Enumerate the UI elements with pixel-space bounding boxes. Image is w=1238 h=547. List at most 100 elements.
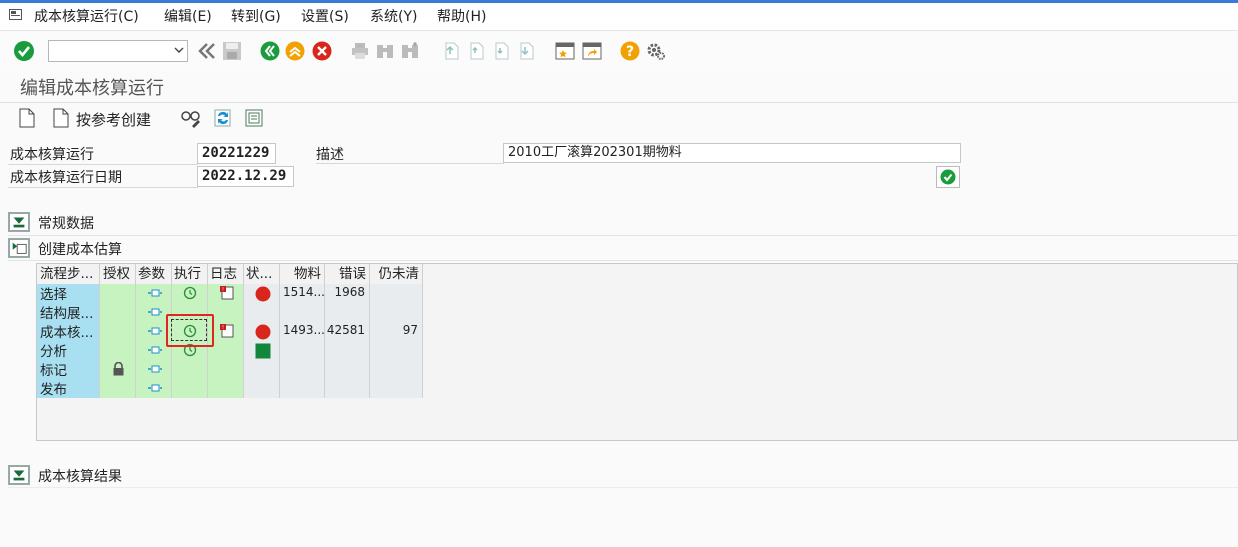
back-double-button[interactable] xyxy=(196,40,218,62)
next-page-button[interactable] xyxy=(490,40,512,62)
parameter-icon[interactable] xyxy=(148,346,162,354)
execute-clock-icon[interactable] xyxy=(183,286,197,300)
section-general-data-label: 常规数据 xyxy=(38,216,94,232)
glasses-pencil-icon xyxy=(181,111,200,128)
create-by-reference-button[interactable]: 按参考创建 xyxy=(52,108,162,130)
settings-button[interactable] xyxy=(645,40,667,62)
step-select[interactable]: 选择 xyxy=(40,283,67,303)
highlight-box xyxy=(166,314,214,347)
exit-icon xyxy=(285,41,305,61)
parameter-icon[interactable] xyxy=(148,365,162,373)
binoculars-icon xyxy=(377,45,393,58)
check-icon xyxy=(14,41,34,61)
costing-run-field[interactable]: 20221229 xyxy=(197,143,276,164)
section-create-estimate-label: 创建成本估算 xyxy=(38,242,122,258)
col-header-execute[interactable]: 执行 xyxy=(172,264,208,284)
exit-button[interactable] xyxy=(284,40,306,62)
shortcut-icon xyxy=(582,42,602,60)
save-icon xyxy=(223,42,241,60)
costing-run-date-label: 成本核算运行日期 xyxy=(10,170,122,186)
menu-system[interactable]: 系统(Y) xyxy=(370,6,417,26)
menu-icon[interactable] xyxy=(9,9,22,20)
step-structure-explosion[interactable]: 结构展... xyxy=(40,302,93,322)
double-chevron-left-icon xyxy=(198,43,215,59)
description-label: 描述 xyxy=(316,147,344,163)
previous-page-button[interactable] xyxy=(465,40,487,62)
error-count: 42581 xyxy=(326,323,365,337)
collapse-section-icon xyxy=(8,238,30,258)
cancel-button[interactable] xyxy=(311,40,333,62)
col-header-material[interactable]: 物料 xyxy=(280,264,325,284)
col-auth xyxy=(100,284,136,398)
col-header-log[interactable]: 日志 xyxy=(208,264,244,284)
menu-settings[interactable]: 设置(S) xyxy=(301,6,349,26)
open-count: 97 xyxy=(402,323,418,337)
log-icon[interactable]: ! xyxy=(219,286,234,300)
save-button[interactable] xyxy=(221,40,243,62)
menu-help[interactable]: 帮助(H) xyxy=(437,6,486,26)
section-divider xyxy=(8,487,1238,488)
print-icon xyxy=(352,43,368,59)
chevron-down-icon[interactable] xyxy=(174,45,184,55)
col-header-auth[interactable]: 授权 xyxy=(100,264,136,284)
costing-run-label: 成本核算运行 xyxy=(10,147,94,163)
overview-button[interactable] xyxy=(244,108,264,132)
display-change-button[interactable] xyxy=(180,108,202,132)
section-divider xyxy=(8,235,1238,236)
shortcut-button[interactable] xyxy=(581,40,603,62)
next-page-icon xyxy=(495,42,509,60)
application-toolbar: 按参考创建 xyxy=(0,102,1238,133)
confirm-button[interactable] xyxy=(936,166,960,188)
overview-icon xyxy=(245,109,263,127)
last-page-button[interactable] xyxy=(515,40,537,62)
first-page-icon xyxy=(445,42,459,60)
binoculars-plus-icon xyxy=(402,42,418,58)
svg-text:!: ! xyxy=(222,287,224,293)
status-green-icon xyxy=(255,343,271,359)
svg-text:?: ? xyxy=(626,44,634,60)
material-count: 1493... xyxy=(283,323,325,337)
command-field[interactable] xyxy=(48,40,188,62)
menu-goto[interactable]: 转到(G) xyxy=(231,6,281,26)
find-button[interactable] xyxy=(374,40,396,62)
menu-edit[interactable]: 编辑(E) xyxy=(164,6,212,26)
create-session-button[interactable] xyxy=(554,40,576,62)
material-count: 1514... xyxy=(283,285,325,299)
step-mark[interactable]: 标记 xyxy=(40,359,67,379)
lock-icon[interactable] xyxy=(112,362,125,376)
page-title: 编辑成本核算运行 xyxy=(20,78,164,99)
refresh-icon xyxy=(214,109,231,127)
step-analysis[interactable]: 分析 xyxy=(40,340,67,360)
create-button[interactable] xyxy=(18,108,36,132)
col-header-errors[interactable]: 错误 xyxy=(325,264,370,284)
col-header-step[interactable]: 流程步... xyxy=(37,264,100,284)
log-icon[interactable]: ! xyxy=(219,324,234,338)
step-costing[interactable]: 成本核... xyxy=(40,321,93,341)
parameter-icon[interactable] xyxy=(148,384,162,392)
find-next-button[interactable] xyxy=(399,40,421,62)
description-field[interactable]: 2010工厂滚算202301期物料 xyxy=(503,143,961,163)
col-header-status[interactable]: 状... xyxy=(244,264,280,284)
section-costing-results-label: 成本核算结果 xyxy=(38,469,122,485)
field-underline xyxy=(8,164,198,165)
col-header-open[interactable]: 仍未清 xyxy=(370,264,423,284)
create-by-reference-label: 按参考创建 xyxy=(76,111,152,129)
menu-costing-run[interactable]: 成本核算运行(C) xyxy=(34,6,139,26)
error-count: 1968 xyxy=(334,285,365,299)
parameter-icon[interactable] xyxy=(148,327,162,335)
back-button[interactable] xyxy=(259,40,281,62)
costing-run-date-field[interactable]: 2022.12.29 xyxy=(197,166,294,187)
enter-button[interactable] xyxy=(13,40,35,62)
first-page-button[interactable] xyxy=(440,40,462,62)
field-underline xyxy=(8,187,198,188)
step-release[interactable]: 发布 xyxy=(40,378,67,398)
last-page-icon xyxy=(520,42,534,60)
refresh-button[interactable] xyxy=(212,108,234,132)
print-button[interactable] xyxy=(349,40,371,62)
svg-text:!: ! xyxy=(222,325,224,331)
help-button[interactable]: ? xyxy=(619,40,641,62)
col-header-params[interactable]: 参数 xyxy=(136,264,172,284)
menu-bar: 成本核算运行(C) 编辑(E) 转到(G) 设置(S) 系统(Y) 帮助(H) xyxy=(0,0,1238,31)
parameter-icon[interactable] xyxy=(148,289,162,297)
parameter-icon[interactable] xyxy=(148,308,162,316)
